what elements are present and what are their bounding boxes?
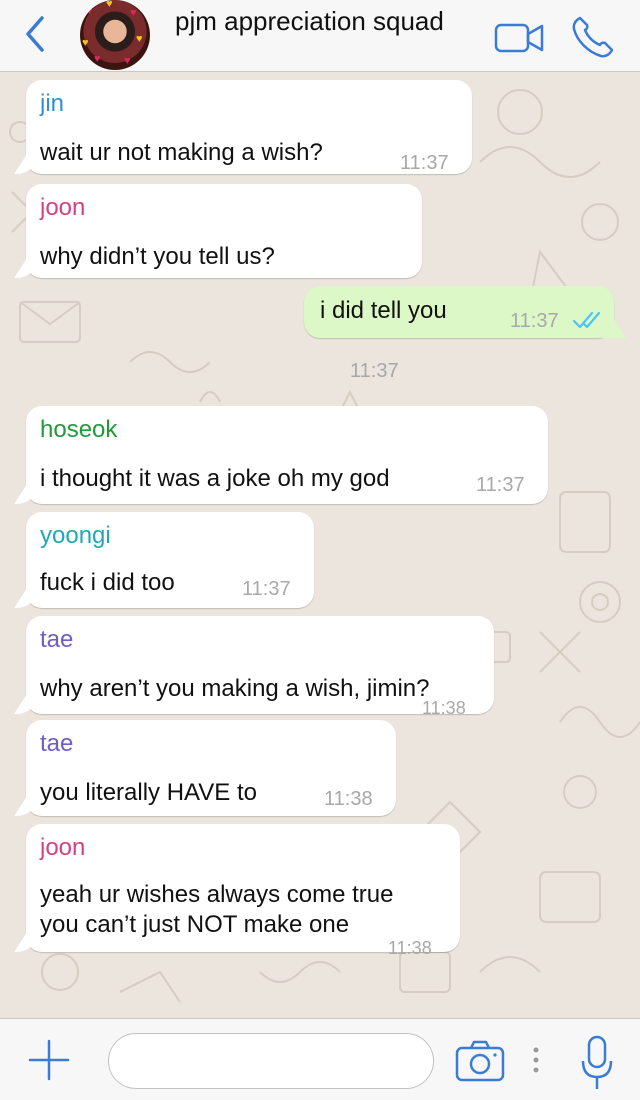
sender-name: tae	[40, 626, 74, 653]
heart-decoration: ♥	[124, 55, 131, 67]
sender-name: joon	[40, 834, 86, 861]
voice-message-button[interactable]	[580, 1033, 614, 1093]
message-text: why aren’t you making a wish, jimin?	[40, 675, 430, 702]
message-text: wait ur not making a wish?	[40, 139, 323, 166]
heart-decoration: ♥	[136, 33, 143, 45]
message-text: i thought it was a joke oh my god	[40, 465, 390, 492]
message-timestamp: 11:38	[422, 698, 466, 718]
sender-name: tae	[40, 730, 74, 757]
message-text-line: yeah ur wishes always come true	[40, 881, 394, 908]
message-timestamp: 11:37	[476, 474, 525, 496]
message-timestamp: 11:38	[388, 938, 432, 958]
incoming-message-bubble[interactable]: tae you literally HAVE to 11:38	[26, 720, 396, 816]
heart-decoration: ♥	[106, 0, 113, 10]
message-timestamp: 11:38	[324, 788, 373, 810]
message-text: you literally HAVE to	[40, 779, 257, 806]
incoming-message-bubble[interactable]: jin wait ur not making a wish? 11:37	[26, 80, 472, 174]
incoming-message-bubble[interactable]: yoongi fuck i did too 11:37	[26, 512, 314, 608]
message-timestamp: 11:37	[242, 578, 291, 600]
video-camera-icon	[494, 23, 544, 53]
chat-title[interactable]: pjm appreciation squad	[175, 6, 444, 37]
camera-button[interactable]	[454, 1039, 506, 1083]
outgoing-message-bubble[interactable]: i did tell you 11:37	[304, 286, 614, 338]
incoming-message-bubble[interactable]: joon why didn’t you tell us? 11:37 11:37…	[26, 184, 422, 382]
message-text: why didn’t you tell us?	[40, 243, 275, 270]
group-avatar[interactable]: ♥ ♥ ♥ ♥ ♥ ♥ ♥	[80, 0, 150, 70]
heart-decoration: ♥	[82, 37, 89, 49]
sender-name: yoongi	[40, 522, 111, 549]
video-call-button[interactable]	[494, 20, 546, 56]
chat-header: ♥ ♥ ♥ ♥ ♥ ♥ ♥ pjm appreciation squad	[0, 0, 640, 72]
more-options-dots[interactable]	[530, 1043, 542, 1077]
sender-name: hoseok	[40, 416, 118, 443]
microphone-icon	[581, 1035, 613, 1089]
plus-icon	[28, 1039, 70, 1081]
message-text-line: you can’t just NOT make one	[40, 911, 350, 938]
message-timestamp: 11:37	[350, 360, 399, 382]
message-timestamp: 11:37	[400, 152, 449, 174]
back-button[interactable]	[18, 14, 54, 54]
heart-decoration: ♥	[130, 7, 137, 19]
incoming-message-bubble[interactable]: hoseok i thought it was a joke oh my god…	[26, 406, 548, 504]
phone-icon	[572, 16, 614, 58]
heart-decoration: ♥	[86, 5, 93, 17]
heart-decoration: ♥	[94, 53, 101, 65]
composer-bar	[0, 1018, 640, 1100]
attach-button[interactable]	[26, 1037, 72, 1083]
message-text: fuck i did too	[40, 569, 175, 596]
chevron-left-icon	[26, 16, 44, 52]
message-list[interactable]: jin wait ur not making a wish? 11:37 joo…	[0, 72, 640, 1018]
sender-name: jin	[40, 90, 65, 117]
read-receipt-icon	[572, 311, 601, 329]
sender-name: joon	[40, 194, 86, 221]
incoming-message-bubble[interactable]: tae why aren’t you making a wish, jimin?…	[26, 616, 494, 718]
vertical-dots-icon	[533, 1047, 539, 1073]
incoming-message-bubble[interactable]: joon yeah ur wishes always come true you…	[26, 824, 460, 958]
message-input[interactable]	[108, 1033, 434, 1089]
voice-call-button[interactable]	[570, 14, 618, 60]
message-timestamp: 11:37	[510, 310, 559, 332]
camera-icon	[455, 1040, 505, 1082]
message-text: i did tell you	[320, 297, 447, 324]
